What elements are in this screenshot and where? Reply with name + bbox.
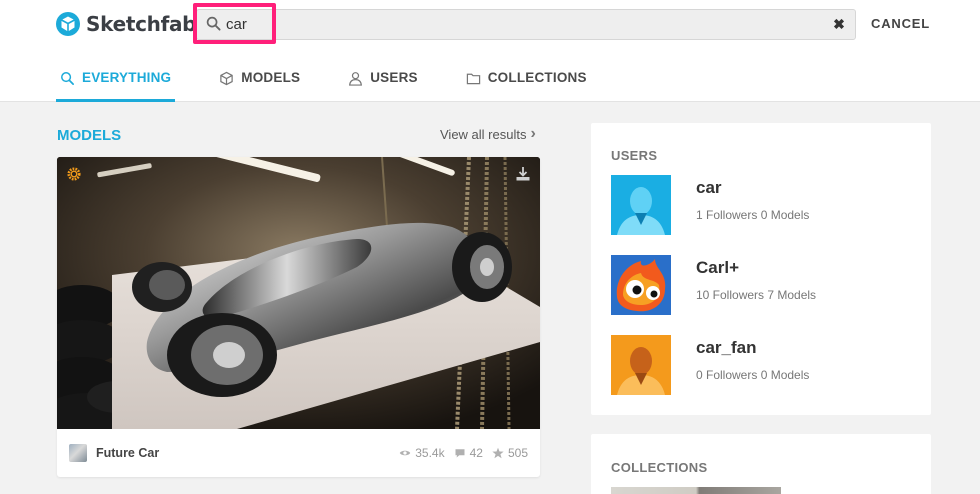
- model-card-footer: Future Car 35.4k 42 505: [57, 429, 540, 477]
- clear-search-icon[interactable]: ✖: [831, 16, 847, 32]
- sketchfab-logo[interactable]: Sketchfab: [56, 11, 197, 37]
- users-section-title: USERS: [611, 148, 658, 163]
- logo-text: Sketchfab: [86, 12, 197, 36]
- search-tabs: EVERYTHING MODELS USERS COLLECTIONS: [56, 70, 631, 102]
- model-thumbnail[interactable]: [57, 157, 540, 429]
- chevron-right-icon: ›: [530, 125, 536, 142]
- author-avatar[interactable]: [69, 444, 87, 462]
- default-avatar-icon: [611, 335, 671, 395]
- user-avatar[interactable]: [611, 335, 671, 395]
- user-meta: 0 Followers 0 Models: [696, 368, 810, 382]
- user-avatar[interactable]: [611, 175, 671, 235]
- cube-icon: [220, 71, 233, 86]
- comments-count: 42: [469, 446, 483, 460]
- tab-label: USERS: [370, 70, 418, 85]
- model-stats: 35.4k 42 505: [390, 446, 528, 460]
- view-all-label: View all results: [440, 126, 527, 142]
- tab-label: COLLECTIONS: [487, 70, 587, 85]
- star-icon: [492, 447, 504, 459]
- view-all-results-link[interactable]: View all results ›: [440, 125, 536, 143]
- views-count: 35.4k: [415, 446, 445, 460]
- tab-label: EVERYTHING: [82, 70, 172, 85]
- cancel-button[interactable]: CANCEL: [871, 16, 930, 31]
- folder-icon: [466, 73, 480, 85]
- user-row[interactable]: car_fan 0 Followers 0 Models: [611, 335, 911, 395]
- user-meta: 1 Followers 0 Models: [696, 208, 810, 222]
- collections-panel: COLLECTIONS: [591, 434, 931, 494]
- model-preview-image: [57, 157, 540, 429]
- staff-pick-gear-icon: [67, 167, 81, 181]
- user-avatar[interactable]: [611, 255, 671, 315]
- collections-section-title: COLLECTIONS: [611, 460, 708, 475]
- search-icon: [206, 16, 221, 31]
- comment-icon: [455, 449, 465, 458]
- eye-icon: [400, 450, 411, 456]
- tab-models[interactable]: MODELS: [215, 70, 304, 102]
- user-meta: 10 Followers 7 Models: [696, 288, 817, 302]
- collection-thumbnail[interactable]: [611, 487, 781, 494]
- model-card[interactable]: Future Car 35.4k 42 505: [57, 157, 540, 477]
- user-name[interactable]: Carl+: [696, 258, 739, 278]
- tab-users[interactable]: USERS: [344, 70, 422, 102]
- tab-label: MODELS: [241, 70, 301, 85]
- tab-collections[interactable]: COLLECTIONS: [462, 70, 591, 102]
- default-avatar-icon: [611, 175, 671, 235]
- fireball-avatar-icon: [611, 255, 671, 315]
- sketchfab-logo-icon: [56, 12, 80, 36]
- search-input[interactable]: [226, 13, 266, 35]
- comments-stat: 42: [454, 446, 483, 460]
- user-row[interactable]: car 1 Followers 0 Models: [611, 175, 911, 235]
- likes-stat[interactable]: 505: [492, 446, 528, 460]
- user-row[interactable]: Carl+ 10 Followers 7 Models: [611, 255, 911, 315]
- user-icon: [349, 72, 363, 86]
- users-panel: USERS car 1 Followers 0 Models Carl+ 10 …: [591, 123, 931, 415]
- download-icon[interactable]: [515, 166, 531, 182]
- likes-count: 505: [507, 446, 528, 460]
- models-section-title: MODELS: [57, 127, 122, 144]
- search-icon: [61, 72, 74, 85]
- search-bar[interactable]: [196, 9, 856, 40]
- model-name[interactable]: Future Car: [96, 446, 390, 460]
- user-name[interactable]: car: [696, 178, 722, 198]
- top-header: Sketchfab ✖ CANCEL EVERYTHING MODELS: [0, 0, 980, 102]
- views-stat: 35.4k: [399, 446, 445, 460]
- tab-everything[interactable]: EVERYTHING: [56, 70, 176, 102]
- user-name[interactable]: car_fan: [696, 338, 756, 358]
